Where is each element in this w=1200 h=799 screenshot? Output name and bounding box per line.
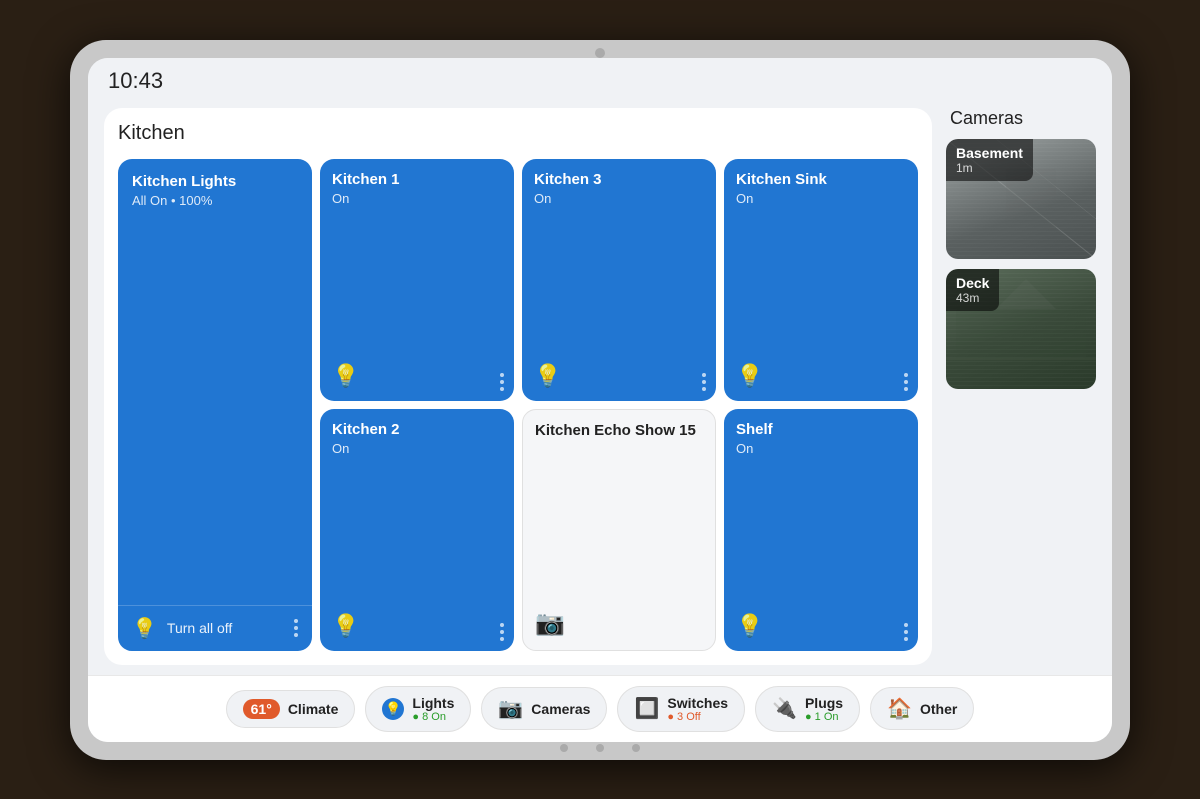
kitchen1-more[interactable]: [500, 373, 504, 391]
other-icon: 🏠: [887, 696, 912, 721]
plugs-text: Plugs ● 1 On: [805, 695, 843, 723]
kitchen-title: Kitchen: [118, 122, 918, 145]
top-bar: 10:43: [88, 58, 1112, 98]
shelf-icon: 💡: [736, 613, 763, 639]
cameras-label: Cameras: [531, 701, 590, 717]
tablet-dot-2: [596, 744, 604, 752]
kitchen3-card[interactable]: Kitchen 3 On 💡: [522, 159, 716, 401]
tablet-camera: [595, 48, 605, 58]
main-content: Kitchen Kitchen Lights All On • 100% 💡 T…: [88, 98, 1112, 675]
other-text: Other: [920, 701, 957, 717]
kitchen1-card[interactable]: Kitchen 1 On 💡: [320, 159, 514, 401]
kitchen-panel: Kitchen Kitchen Lights All On • 100% 💡 T…: [104, 108, 932, 665]
switches-button[interactable]: 🔲 Switches ● 3 Off: [617, 686, 745, 732]
plugs-icon: 🔌: [772, 696, 797, 721]
kitchen1-name: Kitchen 1: [332, 171, 502, 189]
kitchen3-more[interactable]: [702, 373, 706, 391]
plugs-button[interactable]: 🔌 Plugs ● 1 On: [755, 686, 860, 732]
lights-button[interactable]: 💡 Lights ● 8 On: [365, 686, 471, 732]
lights-sublabel: ● 8 On: [412, 711, 454, 723]
deck-camera-card[interactable]: Deck 43m: [946, 269, 1096, 389]
switches-sublabel: ● 3 Off: [667, 711, 728, 723]
kitchen1-icon: 💡: [332, 363, 359, 389]
kitchen2-icon: 💡: [332, 613, 359, 639]
tablet-buttons-bottom: [560, 744, 640, 752]
shelf-more[interactable]: [904, 623, 908, 641]
shelf-card[interactable]: Shelf On 💡: [724, 409, 918, 651]
kitchen-lights-name: Kitchen Lights: [132, 173, 298, 191]
basement-camera-label-box: Basement 1m: [946, 139, 1033, 181]
cameras-button[interactable]: 📷 Cameras: [481, 687, 607, 730]
switches-label: Switches: [667, 695, 728, 711]
kitchen2-name: Kitchen 2: [332, 421, 502, 439]
cameras-title: Cameras: [946, 108, 1096, 129]
deck-camera-name: Deck: [956, 275, 989, 291]
plugs-sublabel: ● 1 On: [805, 711, 843, 723]
echo-show-name: Kitchen Echo Show 15: [535, 422, 703, 440]
switches-text: Switches ● 3 Off: [667, 695, 728, 723]
kitchen2-status: On: [332, 441, 502, 456]
device-grid: Kitchen Lights All On • 100% 💡 Turn all …: [118, 159, 918, 651]
kitchen2-card[interactable]: Kitchen 2 On 💡: [320, 409, 514, 651]
kitchen-lights-card[interactable]: Kitchen Lights All On • 100% 💡 Turn all …: [118, 159, 312, 651]
cameras-panel: Cameras Basement 1m: [946, 108, 1096, 665]
shelf-name: Shelf: [736, 421, 906, 439]
switches-icon: 🔲: [634, 696, 659, 721]
deck-camera-label-box: Deck 43m: [946, 269, 999, 311]
lights-icon: 💡: [382, 698, 404, 720]
kitchen1-status: On: [332, 191, 502, 206]
basement-camera-name: Basement: [956, 145, 1023, 161]
cameras-nav-icon: 📷: [498, 696, 523, 721]
bottom-bar: 61° Climate 💡 Lights ● 8 On 📷 Cameras: [88, 675, 1112, 742]
kitchen3-name: Kitchen 3: [534, 171, 704, 189]
echo-show-card[interactable]: Kitchen Echo Show 15 📷: [522, 409, 716, 651]
other-button[interactable]: 🏠 Other: [870, 687, 974, 730]
tablet-dot-3: [632, 744, 640, 752]
kitchen-sink-status: On: [736, 191, 906, 206]
plugs-label: Plugs: [805, 695, 843, 711]
lights-label: Lights: [412, 695, 454, 711]
climate-label: Climate: [288, 701, 339, 717]
kitchen-lights-status: All On • 100%: [132, 193, 298, 208]
basement-camera-time: 1m: [956, 161, 1023, 175]
climate-badge: 61°: [243, 699, 280, 719]
deck-camera-time: 43m: [956, 291, 989, 305]
kitchen-sink-name: Kitchen Sink: [736, 171, 906, 189]
screen: 10:43 Kitchen Kitchen Lights All On • 10…: [88, 58, 1112, 742]
lights-text: Lights ● 8 On: [412, 695, 454, 723]
echo-show-icon: 📷: [535, 609, 565, 638]
turn-all-off-label: Turn all off: [167, 620, 232, 636]
kitchen-sink-card[interactable]: Kitchen Sink On 💡: [724, 159, 918, 401]
kitchen3-icon: 💡: [534, 363, 561, 389]
kitchen2-more[interactable]: [500, 623, 504, 641]
kitchen3-status: On: [534, 191, 704, 206]
kitchen-sink-more[interactable]: [904, 373, 908, 391]
tablet-dot-1: [560, 744, 568, 752]
climate-button[interactable]: 61° Climate: [226, 690, 356, 728]
tablet-frame: 10:43 Kitchen Kitchen Lights All On • 10…: [70, 40, 1130, 760]
clock: 10:43: [108, 68, 163, 93]
other-label: Other: [920, 701, 957, 717]
kitchen-sink-icon: 💡: [736, 363, 763, 389]
cameras-text: Cameras: [531, 701, 590, 717]
climate-text: Climate: [288, 701, 339, 717]
shelf-status: On: [736, 441, 906, 456]
basement-camera-card[interactable]: Basement 1m: [946, 139, 1096, 259]
